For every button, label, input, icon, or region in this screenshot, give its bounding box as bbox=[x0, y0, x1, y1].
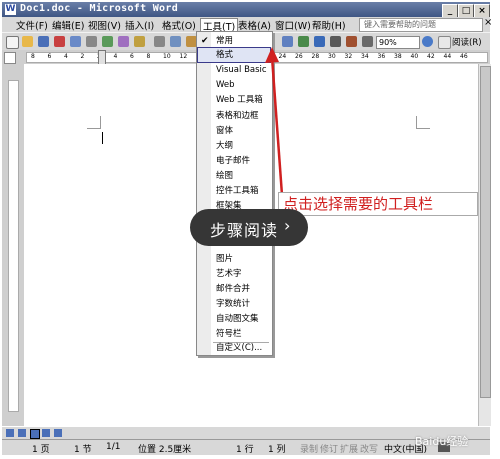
ruler-tick-label: 10 bbox=[163, 53, 171, 60]
annotation-callout: 点击选择需要的工具栏 bbox=[278, 192, 478, 216]
new-document-icon[interactable] bbox=[6, 36, 19, 49]
menu-view[interactable]: 视图(V) bbox=[88, 18, 121, 32]
ruler-tick-label: 32 bbox=[344, 53, 353, 60]
print-icon[interactable] bbox=[86, 36, 97, 47]
corner-mark-top-left bbox=[87, 128, 101, 129]
text-cursor bbox=[102, 132, 103, 144]
vertical-ruler-scale bbox=[8, 80, 19, 412]
ruler-tick-label: 4 bbox=[113, 53, 118, 60]
red-arrow-icon bbox=[265, 47, 284, 196]
email-icon[interactable] bbox=[70, 36, 81, 47]
vertical-scrollbar[interactable] bbox=[478, 64, 491, 426]
ruler-tick-label: 26 bbox=[295, 53, 303, 60]
ruler-tick-label: 44 bbox=[443, 53, 452, 60]
status-mode-record[interactable]: 录制 bbox=[300, 442, 318, 455]
status-line: 1 行 bbox=[236, 445, 254, 455]
ruler-tick-label: 8 bbox=[146, 53, 151, 60]
help-search-input[interactable]: 键入需要帮助的问题 bbox=[359, 18, 483, 32]
help-icon[interactable] bbox=[422, 36, 433, 47]
window-title: Doc1.doc - Microsoft Word bbox=[20, 3, 179, 14]
outline-view-icon[interactable] bbox=[42, 429, 50, 437]
step-reading-button[interactable]: 步骤阅读 › bbox=[190, 209, 308, 246]
columns-icon[interactable] bbox=[330, 36, 341, 47]
chevron-right-icon: › bbox=[284, 216, 291, 235]
insert-table-icon[interactable] bbox=[314, 36, 325, 47]
menu-item-autotext[interactable]: 自动图文集 bbox=[198, 312, 270, 326]
corner-mark-top-left-v bbox=[100, 116, 101, 129]
word-app-icon: W bbox=[5, 4, 16, 15]
save-icon[interactable] bbox=[38, 36, 49, 47]
ruler-tick-label: 6 bbox=[130, 53, 134, 60]
print-view-icon[interactable] bbox=[30, 429, 40, 439]
title-bar: W Doc1.doc - Microsoft Word _ □ × bbox=[2, 2, 490, 18]
status-page: 1 页 bbox=[32, 445, 50, 455]
menu-file[interactable]: 文件(F) bbox=[16, 18, 48, 32]
close-button[interactable]: × bbox=[474, 4, 490, 18]
menu-table[interactable]: 表格(A) bbox=[238, 18, 271, 32]
menu-help[interactable]: 帮助(H) bbox=[312, 18, 346, 32]
menu-item-word-count[interactable]: 字数统计 bbox=[198, 297, 270, 311]
indent-marker-icon[interactable] bbox=[98, 50, 106, 65]
step-reading-label: 步骤阅读 bbox=[210, 221, 279, 240]
ruler-tick-label: 38 bbox=[394, 53, 402, 60]
menu-format[interactable]: 格式(O) bbox=[162, 18, 196, 32]
maximize-button[interactable]: □ bbox=[458, 4, 474, 18]
status-column: 1 列 bbox=[268, 445, 286, 455]
menu-item-symbol-bar[interactable]: 符号栏 bbox=[198, 327, 270, 341]
ruler-tick-label: 4 bbox=[64, 53, 68, 60]
ruler-tick-label: 30 bbox=[328, 53, 336, 60]
ruler-tick-label: 8 bbox=[31, 53, 35, 60]
ruler-tick-label: 6 bbox=[47, 53, 52, 60]
spelling-icon[interactable] bbox=[118, 36, 129, 47]
minimize-button[interactable]: _ bbox=[442, 4, 458, 18]
status-position: 位置 2.5厘米 bbox=[138, 445, 192, 455]
menu-item-customize[interactable]: 自定义(C)... bbox=[198, 341, 270, 355]
menu-item-wordart[interactable]: 艺术字 bbox=[198, 267, 270, 281]
print-preview-icon[interactable] bbox=[102, 36, 113, 47]
ruler-tick-label: 46 bbox=[460, 53, 468, 60]
menu-edit[interactable]: 编辑(E) bbox=[52, 18, 84, 32]
status-mode-extend[interactable]: 扩展 bbox=[340, 442, 358, 455]
research-icon[interactable] bbox=[134, 36, 145, 47]
cut-icon[interactable] bbox=[154, 36, 165, 47]
corner-mark-top-right-v bbox=[416, 116, 417, 129]
checkmark-icon: ✔ bbox=[201, 36, 209, 46]
status-section: 1 节 bbox=[74, 445, 92, 455]
ruler-tick-label: 36 bbox=[377, 53, 386, 60]
ruler-tick-label: 34 bbox=[361, 53, 369, 60]
normal-view-icon[interactable] bbox=[6, 429, 14, 437]
zoom-select[interactable]: 90% bbox=[376, 36, 420, 49]
read-mode-icon[interactable] bbox=[438, 36, 451, 49]
open-folder-icon[interactable] bbox=[22, 36, 33, 47]
permission-icon[interactable] bbox=[54, 36, 65, 47]
ruler-tick-label: 42 bbox=[427, 53, 435, 60]
drawing-icon[interactable] bbox=[346, 36, 357, 47]
ruler-tick-label: 2 bbox=[80, 53, 85, 60]
ruler-tick-label: 28 bbox=[311, 53, 320, 60]
doc-close-icon[interactable]: × bbox=[484, 17, 492, 28]
tab-selector-icon[interactable] bbox=[4, 52, 16, 64]
menu-item-picture[interactable]: 图片 bbox=[198, 252, 270, 266]
read-mode-label[interactable]: 阅读(R) bbox=[452, 36, 482, 48]
status-pages: 1/1 bbox=[106, 442, 121, 452]
show-hide-icon[interactable] bbox=[362, 36, 373, 47]
tables-borders-icon[interactable] bbox=[298, 36, 309, 47]
scroll-thumb[interactable] bbox=[480, 66, 491, 398]
watermark: Baidu经验 bbox=[415, 435, 469, 448]
ruler-tick-label: 12 bbox=[179, 53, 188, 60]
copy-icon[interactable] bbox=[170, 36, 181, 47]
corner-mark-top-right bbox=[416, 128, 430, 129]
menu-insert[interactable]: 插入(I) bbox=[125, 18, 154, 32]
ruler-tick-label: 40 bbox=[410, 53, 419, 60]
status-mode-track[interactable]: 修订 bbox=[320, 442, 338, 455]
menu-item-mail-merge[interactable]: 邮件合并 bbox=[198, 282, 270, 296]
web-view-icon[interactable] bbox=[18, 429, 26, 437]
menu-window[interactable]: 窗口(W) bbox=[275, 18, 311, 32]
reading-view-icon[interactable] bbox=[54, 429, 62, 437]
status-mode-overtype[interactable]: 改写 bbox=[360, 442, 378, 455]
